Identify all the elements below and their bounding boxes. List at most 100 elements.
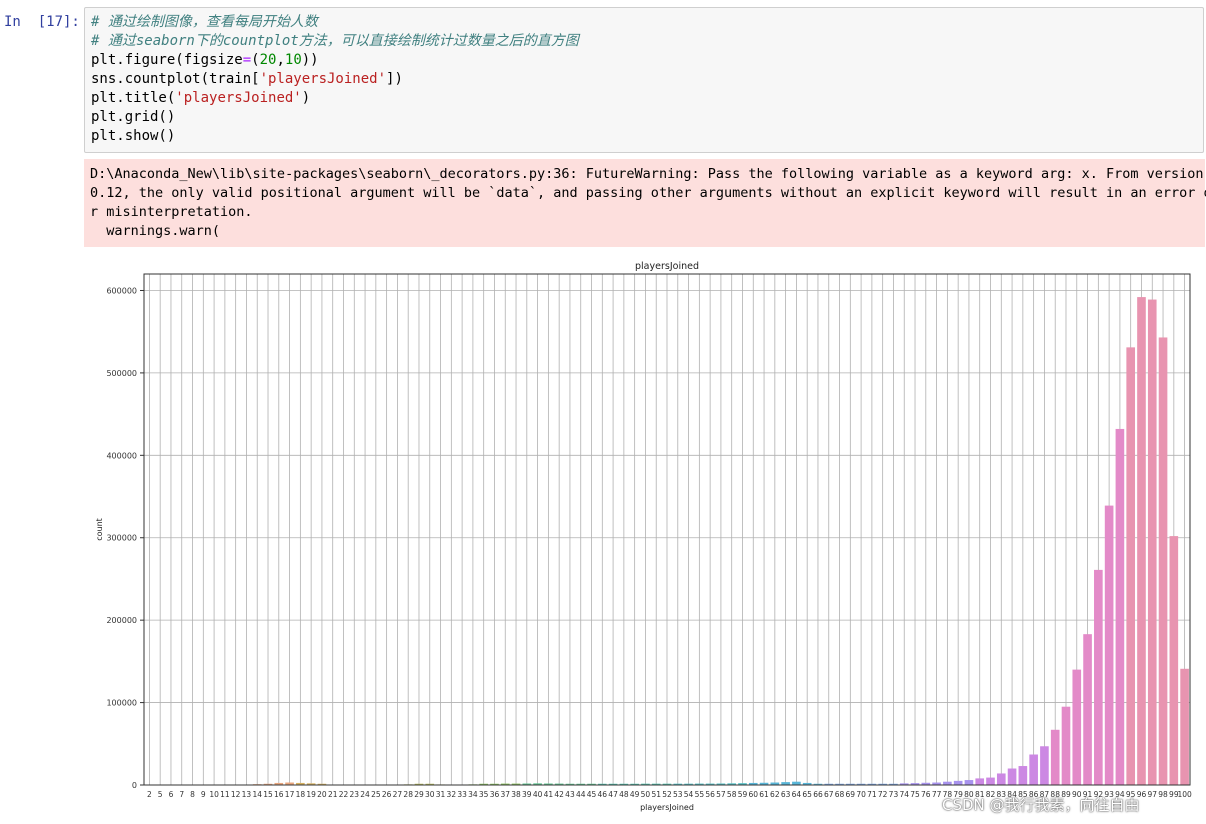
csdn-watermark: CSDN @我行我素，向往自由 [942, 796, 1140, 814]
x-tick-label: 49 [630, 790, 640, 799]
x-tick-label: 55 [695, 790, 705, 799]
cell-prompt: In [17]: [4, 14, 80, 30]
x-tick-label: 57 [716, 790, 726, 799]
y-tick-label: 100000 [106, 699, 137, 708]
x-tick-label: 8 [190, 790, 195, 799]
x-tick-label: 15 [263, 790, 273, 799]
x-tick-label: 74 [899, 790, 909, 799]
bar [975, 778, 985, 785]
y-tick-label: 400000 [106, 451, 137, 460]
x-tick-label: 42 [554, 790, 564, 799]
stderr-line-1: D:\Anaconda_New\lib\site-packages\seabor… [90, 166, 1204, 182]
stderr-line-2: 0.12, the only valid positional argument… [90, 185, 1206, 201]
code-line-countplot: sns.countplot(train['playersJoined']) [91, 71, 403, 87]
x-tick-label: 25 [371, 790, 381, 799]
x-tick-label: 6 [169, 790, 174, 799]
y-axis-label: count [95, 518, 104, 541]
bar [1094, 569, 1103, 785]
x-tick-label: 22 [339, 790, 349, 799]
x-tick-label: 35 [479, 790, 489, 799]
bar [1040, 746, 1049, 785]
x-tick-label: 17 [285, 790, 295, 799]
bar [1018, 766, 1028, 785]
x-tick-label: 77 [932, 790, 942, 799]
x-tick-label: 50 [641, 790, 651, 799]
code-line-title: plt.title('playersJoined') [91, 90, 311, 106]
x-tick-label: 32 [447, 790, 457, 799]
bar [1007, 768, 1017, 785]
x-tick-label: 33 [457, 790, 467, 799]
x-tick-label: 51 [651, 790, 661, 799]
x-tick-label: 39 [522, 790, 532, 799]
x-tick-label: 52 [662, 790, 672, 799]
x-tick-label: 20 [317, 790, 327, 799]
y-tick-label: 600000 [106, 286, 137, 295]
x-tick-label: 5 [158, 790, 163, 799]
countplot-chart: 01000002000003000004000005000006000002 5 6… [95, 261, 1192, 812]
x-tick-label: 73 [889, 790, 899, 799]
x-tick-label: 67 [824, 790, 834, 799]
x-tick-label: 37 [500, 790, 510, 799]
x-tick-label: 44 [576, 790, 586, 799]
x-tick-label: 2 [147, 790, 152, 799]
x-tick-label: 31 [436, 790, 446, 799]
x-tick-label: 53 [673, 790, 683, 799]
x-tick-label: 97 [1147, 790, 1157, 799]
x-tick-label: 58 [727, 790, 737, 799]
x-tick-label: 11 [220, 790, 230, 799]
bar [1029, 754, 1038, 785]
x-tick-label: 46 [598, 790, 608, 799]
x-tick-label: 48 [619, 790, 629, 799]
x-tick-label: 70 [856, 790, 866, 799]
x-tick-label: 59 [738, 790, 748, 799]
x-tick-label: 24 [360, 790, 370, 799]
bar [996, 773, 1006, 785]
x-tick-label: 13 [242, 790, 252, 799]
bar [964, 780, 974, 785]
code-comment-1: # 通过绘制图像，查看每局开始人数 [91, 14, 318, 30]
x-tick-label: 45 [587, 790, 597, 799]
x-tick-label: 60 [748, 790, 758, 799]
x-tick-label: 72 [878, 790, 888, 799]
x-tick-label: 98 [1158, 790, 1168, 799]
x-tick-label: 12 [231, 790, 241, 799]
x-tick-label: 75 [910, 790, 920, 799]
x-tick-label: 10 [209, 790, 219, 799]
bar [1147, 299, 1157, 785]
x-tick-label: 56 [705, 790, 715, 799]
bar [1061, 706, 1071, 785]
stderr-output: D:\Anaconda_New\lib\site-packages\seabor… [84, 159, 1206, 247]
x-tick-label: 65 [802, 790, 812, 799]
x-tick-label: 69 [846, 790, 856, 799]
x-tick-label: 38 [511, 790, 521, 799]
x-tick-label: 21 [328, 790, 338, 799]
bar [1072, 669, 1082, 785]
x-tick-label: 76 [921, 790, 931, 799]
x-tick-label: 28 [403, 790, 413, 799]
chart-title: playersJoined [635, 261, 699, 272]
x-tick-label: 18 [296, 790, 306, 799]
x-tick-label: 43 [565, 790, 575, 799]
x-tick-label: 29 [414, 790, 424, 799]
stderr-line-3: r misinterpretation. [90, 204, 253, 220]
x-tick-label: 100 [1177, 790, 1192, 799]
bar [1180, 668, 1189, 785]
y-tick-label: 0 [132, 781, 137, 790]
bar [1050, 729, 1060, 785]
x-tick-label: 41 [544, 790, 554, 799]
countplot-figure: 0 100000 200000 300000 400000 500000 600000 2 5 6… [84, 254, 1204, 820]
x-tick-label: 27 [393, 790, 403, 799]
y-tick-label: 200000 [106, 616, 137, 625]
x-tick-label: 36 [490, 790, 500, 799]
x-tick-label: 63 [781, 790, 791, 799]
x-tick-label: 40 [533, 790, 543, 799]
x-tick-label: 9 [201, 790, 206, 799]
bar [986, 777, 995, 785]
code-line-figure: plt.figure(figsize=(20,10)) [91, 52, 319, 68]
stderr-line-4: warnings.warn( [90, 223, 221, 239]
code-cell[interactable]: # 通过绘制图像，查看每局开始人数 # 通过seaborn下的countplot… [84, 7, 1204, 153]
x-axis-label: playersJoined [640, 803, 694, 812]
x-tick-label: 16 [274, 790, 284, 799]
bar [1104, 505, 1114, 785]
x-tick-label: 7 [179, 790, 184, 799]
